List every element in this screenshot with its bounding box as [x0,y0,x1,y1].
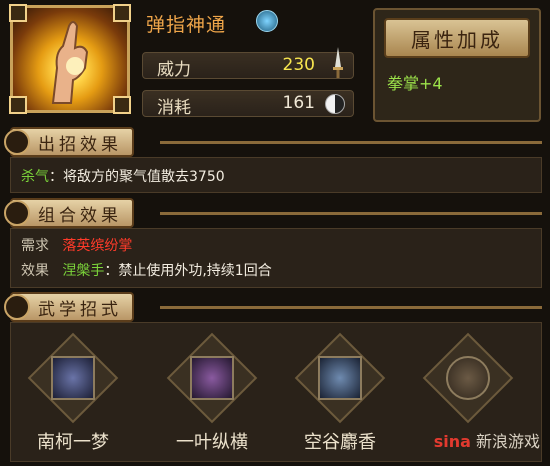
move-slot-1[interactable] [27,332,119,424]
skill-portrait [9,4,131,114]
combo-effect-text: ：禁止使用外功,持续1回合 [104,263,272,279]
moves-section-header: 武学招式 [4,292,542,324]
move-3-name: 空谷麝香 [304,432,376,453]
frame-corner [113,4,131,22]
requirement-label: 需求 [21,238,49,254]
frame-corner [9,4,27,22]
cost-value: 161 [282,93,315,113]
martial-move-3-icon [318,356,362,400]
divider [160,306,542,309]
effect-section-body: 杀气：将敌方的聚气值散去3750 [10,157,542,193]
combo-effect-name: 涅槃手 [62,263,105,279]
cost-stat: 消耗 161 [142,90,354,118]
power-value: 230 [282,55,315,75]
move-1-name: 南柯一梦 [37,432,109,453]
combo-effect-line: 效果 涅槃手：禁止使用外功,持续1回合 [21,260,272,280]
combo-section-body: 需求 落英缤纷掌 效果 涅槃手：禁止使用外功,持续1回合 [10,228,542,288]
effect-text: ：将敌方的聚气值散去3750 [49,169,225,185]
moves-section-title-text: 武学招式 [38,299,122,320]
sword-icon [333,47,343,78]
martial-move-2-icon [190,356,234,400]
fist-emblem-icon [256,10,278,32]
divider [160,141,542,144]
move-2-name: 一叶纵横 [176,432,248,453]
combo-effect-label: 效果 [21,263,49,279]
combo-section-header: 组合效果 [4,198,542,230]
skill-name: 弹指神通 [146,14,227,36]
scroll-ornament-icon [4,129,30,155]
scroll-ornament-icon [4,200,30,226]
attribute-bonus-button[interactable]: 属性加成 [384,18,530,58]
locked-seal-icon [446,356,490,400]
divider [160,212,542,215]
move-slot-4-locked[interactable] [422,332,514,424]
frame-corner [9,96,27,114]
move-slot-2[interactable] [166,332,258,424]
power-stat: 威力 230 [142,47,354,80]
hand-flick-icon [51,21,89,104]
combo-requirement-line: 需求 落英缤纷掌 [21,235,132,255]
combo-section-title-text: 组合效果 [38,205,122,226]
frame-corner [113,96,131,114]
watermark: sina 新浪游戏 [434,428,540,452]
attribute-panel: 属性加成 拳掌+4 [373,8,541,122]
effect-key: 杀气 [21,169,49,185]
effect-line: 杀气：将敌方的聚气值散去3750 [21,166,225,186]
effect-section-title-text: 出招效果 [38,134,122,155]
requirement-value[interactable]: 落英缤纷掌 [62,238,132,254]
effect-section-header: 出招效果 [4,127,542,159]
scroll-ornament-icon [4,294,30,320]
attribute-bonus-value: 拳掌+4 [387,74,443,93]
sina-logo: sina [433,432,471,451]
watermark-text: 新浪游戏 [475,432,540,451]
cost-label: 消耗 [157,98,191,118]
yin-yang-icon [325,94,345,114]
power-label: 威力 [157,60,191,80]
martial-move-1-icon [51,356,95,400]
move-slot-3[interactable] [294,332,386,424]
